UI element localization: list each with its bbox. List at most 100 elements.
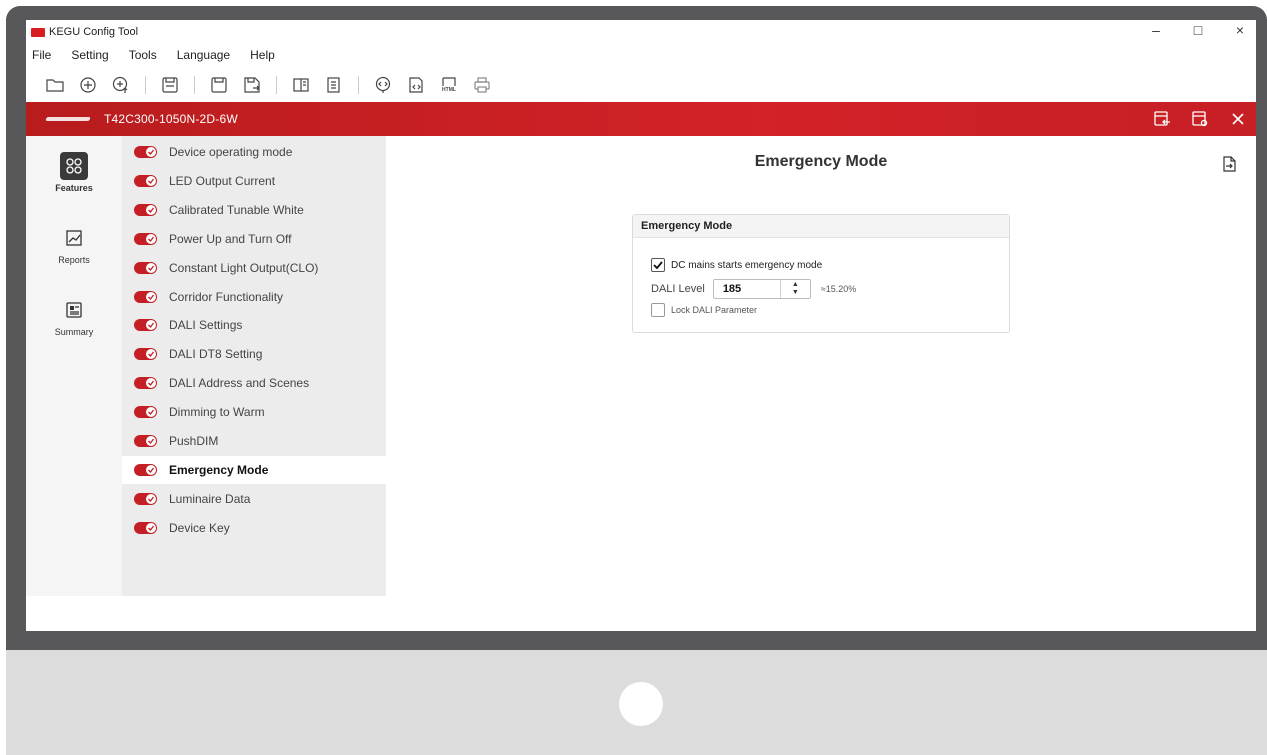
dali-level-spinbox[interactable]: 185 ▲ ▼ [712, 279, 811, 299]
feature-toggle[interactable] [134, 319, 157, 332]
feature-label: Dimming to Warm [169, 405, 265, 420]
dali-level-value[interactable]: 185 [714, 280, 780, 298]
feature-toggle[interactable] [134, 261, 157, 274]
feature-item[interactable]: Emergency Mode [122, 455, 386, 484]
feature-toggle[interactable] [134, 232, 157, 245]
html-icon[interactable]: HTML [440, 76, 458, 94]
device-name: T42C300-1050N-2D-6W [104, 112, 238, 126]
feature-toggle[interactable] [134, 521, 157, 534]
feature-list: Device operating mode LED Output Current C… [122, 136, 386, 596]
read-device-icon[interactable] [374, 76, 392, 94]
dali-level-label: DALI Level [651, 283, 705, 295]
panel-title: Emergency Mode [633, 215, 1009, 238]
code-icon[interactable] [407, 76, 425, 94]
rail-label: Reports [58, 255, 90, 265]
feature-item[interactable]: Corridor Functionality [122, 283, 386, 311]
rail-item-features[interactable]: Features [26, 152, 122, 193]
save-icon[interactable] [161, 76, 179, 94]
feature-label: Device operating mode [169, 145, 293, 159]
document-icon[interactable] [325, 76, 343, 94]
feature-item[interactable]: Constant Light Output(CLO) [122, 254, 386, 282]
rail-label: Summary [54, 327, 94, 337]
check-icon [146, 233, 156, 244]
dc-mains-label: DC mains starts emergency mode [671, 259, 823, 271]
menu-setting[interactable]: Setting [71, 48, 108, 62]
menu-help[interactable]: Help [250, 48, 275, 62]
feature-item[interactable]: PushDIM [122, 427, 386, 455]
lock-dali-checkbox[interactable] [651, 303, 665, 317]
feature-label: Luminaire Data [169, 491, 251, 506]
dali-level-percent: ≈15.20% [820, 284, 857, 294]
feature-toggle[interactable] [134, 377, 157, 390]
feature-item[interactable]: Dimming to Warm [122, 398, 386, 426]
summary-icon [60, 296, 88, 324]
monitor-power-button [619, 682, 663, 726]
feature-toggle[interactable] [134, 203, 157, 216]
feature-item[interactable]: DALI DT8 Setting [122, 340, 386, 368]
check-icon [146, 349, 156, 360]
feature-toggle[interactable] [134, 492, 157, 505]
toolbar: HTML [26, 68, 1256, 102]
add-circle-icon[interactable] [79, 76, 97, 94]
menu-file[interactable]: File [32, 48, 51, 62]
toolbar-separator [276, 76, 277, 94]
spin-down-icon[interactable]: ▼ [792, 289, 799, 297]
check-icon [146, 262, 156, 273]
lock-dali-label: Lock DALI Parameter [671, 305, 758, 315]
check-icon [146, 204, 156, 215]
check-icon [146, 291, 156, 302]
check-icon [146, 175, 156, 186]
feature-item[interactable]: Device operating mode [122, 138, 386, 166]
feature-toggle[interactable] [134, 435, 157, 447]
feature-toggle[interactable] [134, 146, 157, 158]
minimize-button[interactable]: – [1148, 22, 1164, 38]
save-as-icon[interactable] [210, 76, 228, 94]
device-settings-icon[interactable] [1190, 109, 1210, 129]
compare-icon[interactable] [292, 76, 310, 94]
device-header: T42C300-1050N-2D-6W [26, 102, 1256, 136]
rail-label: Features [55, 183, 93, 193]
add-upload-icon[interactable] [112, 76, 130, 94]
feature-item[interactable]: Calibrated Tunable White [122, 196, 386, 224]
export-icon[interactable] [1220, 155, 1238, 173]
feature-label: Constant Light Output(CLO) [169, 260, 319, 275]
feature-item[interactable]: LED Output Current [122, 167, 386, 195]
svg-text:HTML: HTML [442, 87, 456, 93]
import-config-icon[interactable] [1152, 109, 1172, 129]
app-title: KEGU Config Tool [49, 26, 139, 38]
maximize-button[interactable]: □ [1190, 22, 1206, 38]
feature-toggle[interactable] [134, 406, 157, 419]
feature-label: Emergency Mode [169, 462, 269, 477]
menu-bar: File Setting Tools Language Help [26, 44, 295, 66]
print-icon[interactable] [473, 76, 491, 94]
feature-toggle[interactable] [134, 290, 157, 303]
brand-logo-icon [45, 117, 91, 121]
feature-item[interactable]: Device Key [122, 514, 386, 542]
check-icon [146, 493, 156, 504]
menu-tools[interactable]: Tools [129, 48, 157, 62]
feature-item[interactable]: DALI Address and Scenes [122, 369, 386, 397]
spin-up-icon[interactable]: ▲ [792, 281, 799, 289]
menu-language[interactable]: Language [177, 48, 230, 62]
feature-item[interactable]: Power Up and Turn Off [122, 225, 386, 253]
rail-item-summary[interactable]: Summary [26, 296, 122, 337]
feature-label: LED Output Current [169, 173, 276, 188]
close-button[interactable]: × [1232, 22, 1248, 38]
side-rail: Features Reports Summary [26, 136, 122, 596]
save-export-icon[interactable] [243, 76, 261, 94]
feature-toggle[interactable] [134, 174, 157, 187]
rail-item-reports[interactable]: Reports [26, 224, 122, 265]
feature-toggle[interactable] [134, 463, 157, 476]
dc-mains-checkbox[interactable] [651, 258, 665, 272]
reports-icon [60, 224, 88, 252]
check-icon [146, 320, 156, 331]
feature-toggle[interactable] [134, 348, 157, 361]
title-bar: KEGU Config Tool – □ × [26, 20, 1256, 44]
check-icon [146, 522, 156, 533]
feature-item[interactable]: DALI Settings [122, 311, 386, 339]
feature-label: PushDIM [169, 434, 219, 448]
page-title: Emergency Mode [754, 153, 888, 170]
open-folder-icon[interactable] [46, 76, 64, 94]
feature-item[interactable]: Luminaire Data [122, 485, 386, 513]
close-device-icon[interactable] [1228, 109, 1248, 129]
